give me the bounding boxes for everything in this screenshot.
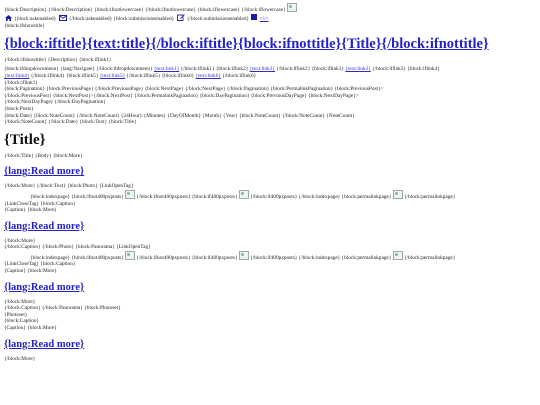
broken-image-icon — [125, 189, 136, 199]
photoset-caption-open: {block:Caption} — [4, 318, 40, 325]
submissions-close: {/block:submissionsenabled} — [186, 15, 250, 22]
panorama-permalink-close: {/block:permalinkpage} — [404, 254, 456, 261]
pagination-line-1: {block:Pagination} {block:PreviousPage} … — [4, 86, 384, 93]
photo-permalink-close: {/block:permalinkpage} — [404, 193, 456, 200]
nav-line-3: {/block:iflink1} — [4, 79, 38, 86]
nav-line-2: {text:link4} {/block:iflink4} {block:ifl… — [4, 73, 536, 80]
date-line: {block:Date} {block:NoteCount} {/block:N… — [4, 112, 355, 119]
nav-line-1: {block:ifdropdownmenu} {lang:Navigate} {… — [4, 66, 536, 73]
photoset-more-close: {/block:More} — [4, 298, 36, 305]
post-title: {Title} — [4, 131, 46, 148]
panorama-image-line: {block:indexpage} {block:ifnot400pxposts… — [4, 250, 536, 262]
photo-if400-open: {/block:ifnot400pxposts} {block:if400pxp… — [136, 193, 238, 200]
title-text: {text:title} — [87, 35, 151, 52]
description-block: {/block:ifshowtitle} {Description} {bloc… — [4, 56, 112, 63]
broken-image-icon — [286, 3, 297, 12]
ifshowtitle-line: {block:ifshowtitle} — [4, 23, 45, 30]
read-more-link-3[interactable]: {lang:Read more} — [4, 281, 536, 295]
panorama-caption-line: {LinkCloseTag} {block:Caption} — [4, 261, 76, 268]
nav-text-6: {/block:iflink6} — [222, 72, 257, 79]
date-close-line: {/block:NoteCount} {/block:Date} {block:… — [4, 119, 137, 126]
square-icon[interactable] — [251, 13, 258, 20]
nav-text-5: {/block:iflink5} {block:iflink6} — [126, 72, 195, 79]
nav-link-2[interactable]: {text:link2} — [250, 66, 275, 72]
photo-caption-line: {LinkCloseTag} {block:Caption} — [4, 200, 76, 207]
panorama-more-line: {Caption} {block:More} — [4, 268, 57, 275]
photoset-tag: {Photoset} — [4, 311, 28, 318]
posts-open: {block:Posts} — [4, 105, 34, 112]
nav-link-6[interactable]: {text:link6} — [196, 73, 221, 79]
ifnottitle-close: {/block:ifnottitle} — [381, 35, 489, 52]
body-line: {/block:Title} {Body} {block:More} — [4, 152, 83, 159]
panorama-permalink-open: {/block:if400pxposts} {/block:indexpage}… — [250, 254, 392, 261]
ifnottitle-open: {block:ifnottitle} — [238, 35, 342, 52]
panorama-open-line: {/block:Caption} {/block:Photo} {block:P… — [4, 244, 151, 251]
nav-text-3: {/block:iflink3} {block:iflink4} — [372, 66, 440, 73]
nav-link-5[interactable]: {text:link5} — [100, 73, 125, 79]
nav-link-4[interactable]: {text:link4} — [4, 73, 29, 79]
broken-image-icon — [125, 250, 136, 260]
broken-image-icon — [238, 250, 249, 260]
nav-link-3[interactable]: {text:link3} — [345, 66, 370, 72]
nav-text-2: {/block:iflink2} {block:iflink3} — [276, 66, 345, 73]
askenabled-close: {/block:askenabled} {block:submissionsen… — [68, 15, 175, 22]
photo-image-line: {block:indexpage} {block:ifnot400pxposts… — [4, 189, 536, 201]
photo-permalink-open: {/block:if400pxposts} {/block:indexpage}… — [250, 193, 392, 200]
pagination-line-2: {/block:PreviousPost} {block:NextPost}>{… — [4, 92, 359, 99]
nav-text-4: {/block:iflink4} {block:iflink5} — [30, 72, 99, 79]
home-icon[interactable] — [5, 14, 12, 24]
broken-image-icon — [392, 250, 403, 260]
askenabled-open: {block:askenabled} — [14, 15, 57, 22]
blog-title-link[interactable]: {block:iftitle}{text:title}{/block:iftit… — [4, 35, 536, 54]
description-line: {block:Description} {/block:Description}… — [4, 3, 536, 14]
panorama-if400-open: {/block:ifnot400pxposts} {block:if400pxp… — [136, 254, 238, 261]
read-more-link-4[interactable]: {lang:Read more} — [4, 338, 536, 352]
broken-image-icon — [238, 189, 249, 199]
photoset-open-line: {/block:Caption} {/block:Panorama} {bloc… — [4, 305, 121, 312]
read-more-link-1[interactable]: {lang:Read more} — [4, 165, 536, 179]
photo-indexpage-open: {block:indexpage} {block:ifnot400pxposts… — [30, 193, 124, 200]
panorama-more-close: {/block:More} — [4, 237, 36, 244]
dropdown-menu-text: {block:ifdropdownmenu} {lang:Navigate} {… — [4, 66, 153, 73]
edit-icon[interactable] — [176, 13, 185, 24]
iftitle-close: {/block:iftitle} — [150, 35, 238, 52]
photoset-more-line: {Caption} {block:More} — [4, 325, 57, 332]
nav-text-1: {/block:iflink1} {block:iflink2} — [180, 66, 249, 73]
panorama-indexpage-open: {block:indexpage} {block:ifnot400pxposts… — [30, 254, 124, 261]
final-more-close: {/block:More} — [4, 355, 36, 362]
mail-icon[interactable] — [58, 14, 67, 24]
photo-more-line: {Caption} {block:More} — [4, 207, 57, 214]
nav-link-1[interactable]: {text:link1} — [154, 66, 179, 72]
read-more-link-2[interactable]: {lang:Read more} — [4, 220, 536, 234]
ask-submit-line: {block:askenabled} {/block:askenabled} {… — [4, 13, 536, 24]
title-fallback: {Title} — [341, 35, 382, 52]
iftitle-open: {block:iftitle} — [4, 35, 88, 52]
broken-image-icon — [392, 189, 403, 199]
theme-template-page: {block:Description} {/block:Description}… — [0, 0, 540, 365]
description-blocks: {block:Description} {/block:Description}… — [4, 7, 286, 13]
code-link[interactable]: <//> — [260, 16, 269, 22]
photo-open-line: {/block:More} {/block:Text} {block:Photo… — [4, 183, 134, 190]
pagination-line-3: {/block:NextDayPage} {/block:DayPaginati… — [4, 99, 106, 106]
